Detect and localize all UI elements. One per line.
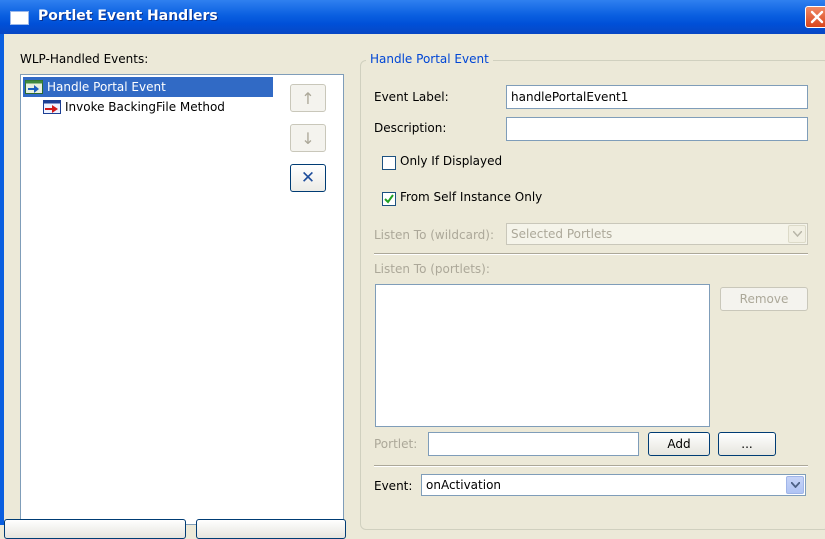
tree-item-label: Handle Portal Event <box>47 80 166 94</box>
event-value: onActivation <box>426 478 502 492</box>
from-self-instance-checkbox[interactable] <box>382 192 396 206</box>
arrow-up-icon: ↑ <box>301 88 315 108</box>
delete-button[interactable]: ✕ <box>290 164 326 192</box>
separator <box>374 253 808 255</box>
chevron-down-icon <box>786 476 804 494</box>
listen-wildcard-value: Selected Portlets <box>511 227 613 241</box>
delete-icon: ✕ <box>300 168 316 188</box>
listen-wildcard-label: Listen To (wildcard): <box>374 228 495 242</box>
move-down-button[interactable]: ↓ <box>290 124 326 152</box>
backing-file-method-icon <box>43 100 61 120</box>
event-label-label: Event Label: <box>374 90 449 104</box>
event-label: Event: <box>374 479 413 493</box>
tree-item-invoke-backingfile-method[interactable]: Invoke BackingFile Method <box>41 97 291 117</box>
chevron-down-icon <box>788 225 806 243</box>
window-icon <box>10 11 29 25</box>
remove-button[interactable]: Remove <box>720 287 808 311</box>
browse-button[interactable]: ... <box>718 432 776 456</box>
event-label-field[interactable]: handlePortalEvent1 <box>506 85 808 109</box>
separator <box>374 465 808 467</box>
listen-portlets-list[interactable] <box>375 284 710 427</box>
event-dropdown[interactable]: onActivation <box>421 474 806 496</box>
portlet-field[interactable] <box>428 432 639 456</box>
events-header: WLP-Handled Events: <box>20 52 149 66</box>
arrow-down-icon: ↓ <box>301 128 315 148</box>
group-legend: Handle Portal Event <box>366 52 493 66</box>
move-up-button[interactable]: ↑ <box>290 84 326 112</box>
description-label: Description: <box>374 121 447 135</box>
bottom-button-left[interactable] <box>4 519 186 539</box>
listen-portlets-label: Listen To (portlets): <box>374 262 490 276</box>
title-bar: Portlet Event Handlers <box>0 0 825 34</box>
tree-item-label: Invoke BackingFile Method <box>65 100 225 114</box>
checkmark-icon <box>384 194 394 204</box>
only-if-displayed-checkbox[interactable] <box>382 156 396 170</box>
bottom-button-right[interactable] <box>196 519 346 539</box>
add-button[interactable]: Add <box>648 432 710 456</box>
description-field[interactable] <box>506 117 808 141</box>
window-frame-left <box>0 34 4 525</box>
from-self-instance-label: From Self Instance Only <box>400 190 543 204</box>
portlet-label: Portlet: <box>374 437 418 451</box>
close-button[interactable] <box>805 6 825 28</box>
listen-wildcard-dropdown[interactable]: Selected Portlets <box>506 223 808 245</box>
close-icon <box>810 10 824 24</box>
only-if-displayed-label: Only If Displayed <box>400 154 503 168</box>
window-title: Portlet Event Handlers <box>38 8 218 24</box>
tree-item-handle-portal-event[interactable]: Handle Portal Event <box>23 77 273 97</box>
